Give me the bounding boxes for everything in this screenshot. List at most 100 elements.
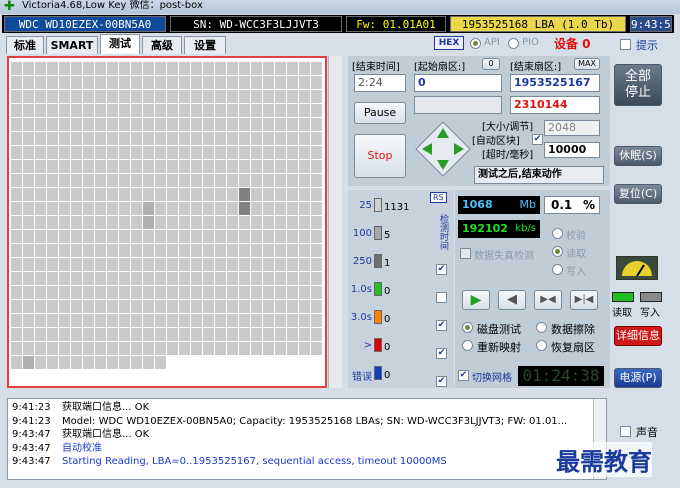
sector-block bbox=[131, 146, 142, 159]
sector-block bbox=[179, 286, 190, 299]
play-button[interactable]: ▶ bbox=[462, 290, 490, 310]
sector-block bbox=[167, 146, 178, 159]
sector-block bbox=[143, 286, 154, 299]
sector-block bbox=[23, 62, 34, 75]
verify-radio[interactable] bbox=[552, 228, 563, 239]
latency-bar bbox=[374, 282, 382, 296]
sector-block bbox=[191, 286, 202, 299]
sector-block bbox=[71, 104, 82, 117]
sector-block bbox=[47, 216, 58, 229]
after-test-select[interactable]: 测试之后,结束动作 bbox=[474, 166, 604, 184]
clock-cell: 9:43:53 bbox=[630, 16, 672, 32]
tab-settings[interactable]: 设置 bbox=[184, 36, 226, 54]
sector-block bbox=[107, 258, 118, 271]
sector-block bbox=[215, 258, 226, 271]
tab-test[interactable]: 测试 bbox=[100, 34, 140, 54]
tab-standard[interactable]: 标准 bbox=[6, 36, 44, 54]
sector-block bbox=[95, 300, 106, 313]
end-sector-max-button[interactable]: MAX bbox=[574, 58, 600, 70]
sound-checkbox[interactable] bbox=[620, 426, 631, 437]
hex-button[interactable]: HEX bbox=[434, 36, 464, 50]
sector-block bbox=[95, 146, 106, 159]
block-size-select[interactable]: 2048 bbox=[544, 120, 600, 136]
power-button[interactable]: 电源(P) bbox=[614, 368, 662, 388]
start-sector-zero-button[interactable]: 0 bbox=[482, 58, 500, 70]
sector-block bbox=[251, 272, 262, 285]
sector-block bbox=[299, 328, 310, 341]
hint-checkbox[interactable] bbox=[620, 39, 631, 50]
remap-radio[interactable] bbox=[462, 340, 473, 351]
rewind-button[interactable]: ◀ bbox=[498, 290, 526, 310]
reset-button[interactable]: 复位(C) bbox=[614, 184, 662, 204]
sector-block bbox=[47, 202, 58, 215]
write-indicator bbox=[640, 292, 662, 302]
sector-block bbox=[311, 328, 322, 341]
tab-advanced[interactable]: 高级 bbox=[142, 36, 182, 54]
sector-block bbox=[11, 272, 22, 285]
skip-button[interactable]: ▶◀ bbox=[534, 290, 562, 310]
autoremap-checkbox[interactable]: ✔ bbox=[532, 134, 543, 145]
start-sector-field[interactable]: 0 bbox=[414, 74, 502, 92]
sector-block bbox=[311, 272, 322, 285]
erase-label: 数据擦除 bbox=[551, 323, 595, 336]
autoremap-label: [自动区块] bbox=[472, 136, 520, 147]
end-sector-field[interactable]: 1953525167 bbox=[510, 74, 600, 92]
sector-block bbox=[275, 300, 286, 313]
sector-block bbox=[287, 62, 298, 75]
sector-block bbox=[215, 174, 226, 187]
sector-block bbox=[59, 62, 70, 75]
end-button[interactable]: ▶|◀ bbox=[570, 290, 598, 310]
sector-block bbox=[287, 76, 298, 89]
sector-block bbox=[155, 118, 166, 131]
timeout-select[interactable]: 10000 bbox=[544, 142, 600, 158]
sleep-button[interactable]: 休眠(S) bbox=[614, 146, 662, 166]
latency-label: 3.0s bbox=[350, 312, 372, 323]
sector-block bbox=[191, 300, 202, 313]
sector-block bbox=[107, 272, 118, 285]
latency-label: 100 bbox=[352, 228, 372, 239]
pio-radio[interactable] bbox=[508, 38, 519, 49]
write-radio[interactable] bbox=[552, 264, 563, 275]
sector-block bbox=[251, 76, 262, 89]
latency-checkbox[interactable]: ✔ bbox=[436, 264, 447, 275]
read-radio[interactable] bbox=[552, 246, 563, 257]
latency-checkbox[interactable]: ✔ bbox=[436, 348, 447, 359]
sector-block bbox=[287, 146, 298, 159]
sector-block bbox=[299, 118, 310, 131]
sector-block bbox=[251, 160, 262, 173]
details-button[interactable]: 详细信息 bbox=[614, 326, 662, 346]
grid-toggle-checkbox[interactable]: ✔ bbox=[458, 370, 469, 381]
sector-block bbox=[215, 76, 226, 89]
sector-block bbox=[311, 118, 322, 131]
latency-checkbox[interactable]: ✔ bbox=[436, 320, 447, 331]
sector-block bbox=[203, 146, 214, 159]
grid-scrollbar[interactable] bbox=[328, 56, 342, 388]
sector-block bbox=[299, 342, 310, 355]
sector-block bbox=[71, 328, 82, 341]
api-radio[interactable] bbox=[470, 38, 481, 49]
rs-button[interactable]: RS bbox=[430, 192, 447, 203]
sector-block bbox=[35, 342, 46, 355]
sector-block bbox=[155, 76, 166, 89]
sector-block bbox=[251, 328, 262, 341]
scan-radio[interactable] bbox=[462, 322, 473, 333]
sector-block bbox=[119, 160, 130, 173]
pause-button[interactable]: Pause bbox=[354, 102, 406, 124]
latency-checkbox[interactable]: ✔ bbox=[436, 376, 447, 387]
erase-radio[interactable] bbox=[536, 322, 547, 333]
sound-label: 声音 bbox=[636, 426, 658, 439]
sector-block bbox=[203, 90, 214, 103]
latency-label: > bbox=[363, 340, 372, 351]
stop-all-button[interactable]: 全部 停止 bbox=[614, 64, 662, 106]
sector-block bbox=[59, 174, 70, 187]
timer-field[interactable]: 2:24 bbox=[354, 74, 406, 92]
sector-block bbox=[59, 104, 70, 117]
sector-navigator-pad[interactable] bbox=[414, 120, 472, 178]
sector-block bbox=[155, 342, 166, 355]
latency-checkbox[interactable] bbox=[436, 292, 447, 303]
sector-block bbox=[83, 342, 94, 355]
distortion-checkbox[interactable] bbox=[460, 248, 471, 259]
stop-button[interactable]: Stop bbox=[354, 134, 406, 178]
tab-smart[interactable]: SMART bbox=[46, 36, 98, 54]
restore-radio[interactable] bbox=[536, 340, 547, 351]
